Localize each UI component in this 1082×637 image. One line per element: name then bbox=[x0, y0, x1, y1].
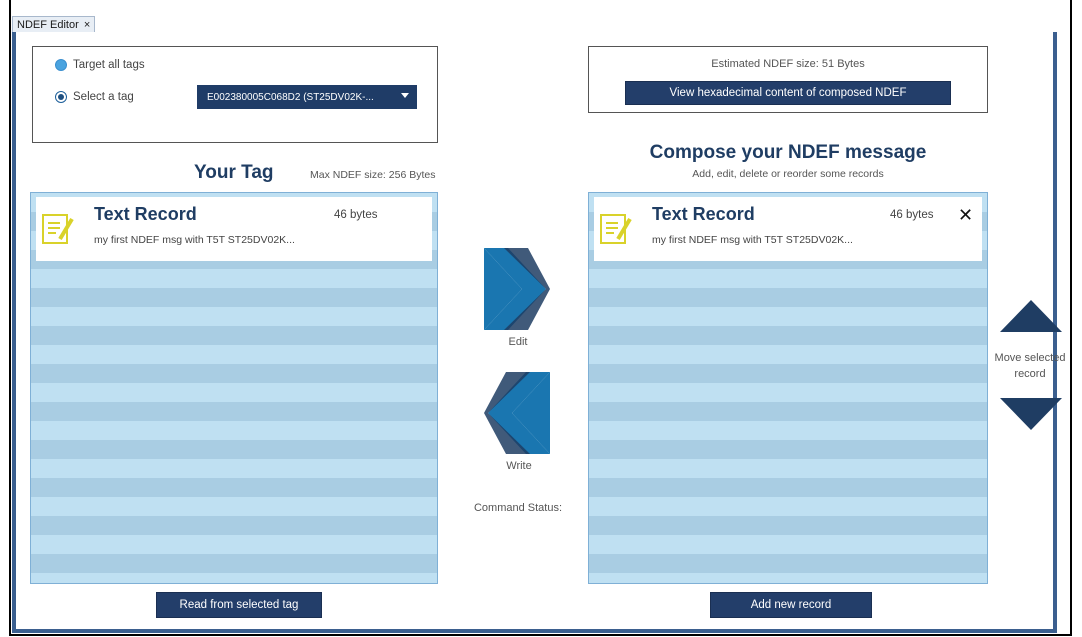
record-title: Text Record bbox=[652, 204, 755, 224]
radio-target-all-label: Target all tags bbox=[73, 59, 145, 71]
move-label-line1: Move selected bbox=[994, 352, 1066, 364]
edit-arrow-icon[interactable] bbox=[484, 248, 550, 330]
tab-close-icon[interactable]: × bbox=[84, 19, 90, 31]
text-record-icon bbox=[42, 214, 74, 244]
command-status-label: Command Status: bbox=[473, 502, 563, 514]
your-tag-record-item[interactable]: Text Record 46 bytes my first NDEF msg w… bbox=[36, 197, 432, 261]
compose-record-list[interactable]: Text Record 46 bytes ✕ my first NDEF msg… bbox=[588, 192, 988, 584]
record-size: 46 bytes bbox=[334, 209, 378, 221]
radio-target-all[interactable]: Target all tags bbox=[55, 59, 145, 71]
tab-ndef-editor[interactable]: NDEF Editor × bbox=[12, 16, 96, 33]
compose-record-item[interactable]: Text Record 46 bytes ✕ my first NDEF msg… bbox=[594, 197, 982, 261]
add-new-record-button[interactable]: Add new record bbox=[710, 592, 872, 618]
radio-select-tag[interactable]: Select a tag bbox=[55, 91, 134, 103]
max-ndef-size: Max NDEF size: 256 Bytes bbox=[310, 169, 436, 181]
write-label: Write bbox=[506, 460, 532, 472]
tag-select-value: E002380005C068D2 (ST25DV02K-... bbox=[207, 91, 374, 103]
radio-off-icon bbox=[55, 59, 67, 71]
move-selected-label: Move selected record bbox=[992, 350, 1068, 382]
estimate-box: Estimated NDEF size: 51 Bytes View hexad… bbox=[588, 46, 988, 113]
record-text: my first NDEF msg with T5T ST25DV02K... bbox=[652, 234, 853, 246]
compose-subtitle: Add, edit, delete or reorder some record… bbox=[692, 168, 884, 180]
tag-select-dropdown[interactable]: E002380005C068D2 (ST25DV02K-... bbox=[197, 85, 417, 109]
move-up-icon[interactable] bbox=[1000, 300, 1062, 332]
delete-record-icon[interactable]: ✕ bbox=[958, 206, 973, 224]
edit-label: Edit bbox=[508, 336, 528, 348]
ndef-editor-panel: Target all tags Select a tag E002380005C… bbox=[12, 32, 1065, 633]
estimated-size-text: Estimated NDEF size: 51 Bytes bbox=[711, 58, 865, 70]
chevron-down-icon bbox=[401, 93, 409, 98]
target-selection-box: Target all tags Select a tag E002380005C… bbox=[32, 46, 438, 143]
move-label-line2: record bbox=[1014, 368, 1046, 380]
record-title: Text Record bbox=[94, 204, 197, 224]
radio-on-icon bbox=[55, 91, 67, 103]
record-text: my first NDEF msg with T5T ST25DV02K... bbox=[94, 234, 295, 246]
record-size: 46 bytes bbox=[890, 209, 934, 221]
view-hex-button[interactable]: View hexadecimal content of composed NDE… bbox=[625, 81, 951, 105]
move-down-icon[interactable] bbox=[1000, 398, 1062, 430]
write-arrow-icon[interactable] bbox=[484, 372, 550, 454]
tab-label: NDEF Editor bbox=[17, 19, 79, 31]
your-tag-title: Your Tag bbox=[194, 162, 274, 183]
your-tag-record-list[interactable]: Text Record 46 bytes my first NDEF msg w… bbox=[30, 192, 438, 584]
radio-select-tag-label: Select a tag bbox=[73, 91, 134, 103]
compose-title: Compose your NDEF message bbox=[649, 142, 927, 163]
read-from-tag-button[interactable]: Read from selected tag bbox=[156, 592, 322, 618]
text-record-icon bbox=[600, 214, 632, 244]
